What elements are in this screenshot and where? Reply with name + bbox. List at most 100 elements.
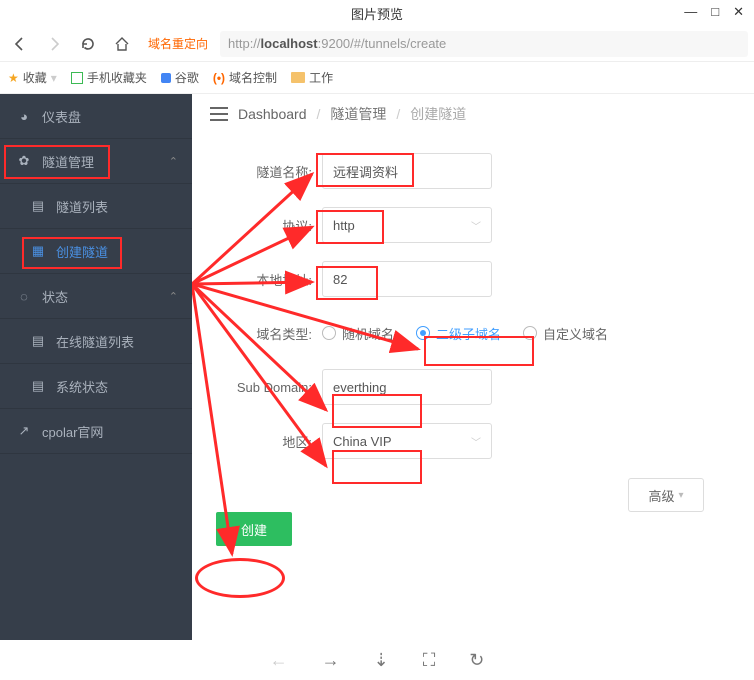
button-label: 创建 — [241, 520, 267, 539]
bookmark-google[interactable]: 谷歌 — [161, 69, 199, 86]
region-select[interactable]: China VIP ﹀ — [322, 423, 492, 459]
select-value: http — [333, 218, 355, 233]
breadcrumb-root[interactable]: Dashboard — [238, 106, 307, 122]
url-path: :9200/#/tunnels/create — [318, 36, 447, 51]
home-icon[interactable] — [108, 30, 136, 58]
sidebar-item-tunnel-mgmt[interactable]: ✿ 隧道管理 ⌃ — [0, 139, 192, 184]
local-addr-label: 本地地址: — [202, 270, 322, 289]
folder-icon — [291, 72, 305, 83]
sidebar-item-status[interactable]: ◌ 状态 ⌃ — [0, 274, 192, 319]
sidebar-item-label: 状态 — [42, 287, 68, 306]
minimize-icon[interactable]: — — [684, 4, 697, 20]
sidebar-item-label: 系统状态 — [56, 377, 108, 396]
sidebar-item-sys-status[interactable]: ▤ 系统状态 — [0, 364, 192, 409]
radio-custom-domain[interactable]: 自定义域名 — [523, 324, 608, 343]
bookmark-mobile[interactable]: 手机收藏夹 — [71, 69, 147, 86]
breadcrumb-sep: / — [317, 106, 321, 122]
sidebar-item-label: 创建隧道 — [56, 242, 108, 261]
sidebar-item-label: 隧道列表 — [56, 197, 108, 216]
radio-sub-domain[interactable]: 二级子域名 — [416, 324, 501, 343]
maximize-icon[interactable]: □ — [711, 4, 719, 20]
main-content: Dashboard / 隧道管理 / 创建隧道 隧道名称: 远程调资料 协议: … — [192, 94, 754, 640]
list-icon: ▤ — [30, 378, 46, 394]
annotation-ellipse — [195, 558, 285, 598]
bookmark-label: 域名控制 — [229, 69, 277, 86]
bookmark-fav[interactable]: ★收藏▾ — [8, 69, 57, 86]
breadcrumb-mid[interactable]: 隧道管理 — [330, 104, 386, 124]
sidebar: ◕ 仪表盘 ✿ 隧道管理 ⌃ ▤ 隧道列表 ▦ 创建隧道 ◌ 状态 ⌃ ▤ 在线隧道列表 ▤ 系统… — [0, 94, 192, 640]
advanced-button[interactable]: 高级 ▾ — [628, 478, 704, 512]
back-icon[interactable] — [6, 30, 34, 58]
url-field[interactable]: http://localhost:9200/#/tunnels/create — [220, 31, 748, 57]
chevron-down-icon: ⌃ — [169, 290, 178, 303]
status-icon: ◌ — [16, 289, 32, 304]
download-icon[interactable]: ⇣ — [374, 650, 389, 671]
sidebar-item-cpolar[interactable]: ↗ cpolar官网 — [0, 409, 192, 454]
sidebar-item-tunnel-list[interactable]: ▤ 隧道列表 — [0, 184, 192, 229]
radio-dot-icon — [523, 326, 537, 340]
sidebar-item-label: 在线隧道列表 — [56, 332, 134, 351]
gauge-icon: ◕ — [16, 109, 32, 124]
window-title: 图片预览 — [351, 4, 403, 23]
google-icon — [161, 73, 171, 83]
list-icon: ▤ — [30, 333, 46, 349]
star-icon: ★ — [8, 71, 19, 85]
bookmark-label: 收藏 — [23, 69, 47, 86]
tunnel-name-input[interactable]: 远程调资料 — [322, 153, 492, 189]
sidebar-item-label: 仪表盘 — [42, 107, 81, 126]
rotate-icon[interactable]: ↻ — [469, 650, 484, 671]
reload-icon[interactable] — [74, 30, 102, 58]
domain-type-label: 域名类型: — [202, 324, 322, 343]
radio-random-domain[interactable]: 随机域名 — [322, 324, 394, 343]
domain-icon: (•) — [213, 71, 225, 85]
bookmark-work[interactable]: 工作 — [291, 69, 333, 86]
external-link-icon: ↗ — [16, 423, 32, 439]
bookmark-label: 工作 — [309, 69, 333, 86]
tunnel-name-label: 隧道名称: — [202, 162, 322, 181]
input-value: 远程调资料 — [333, 162, 398, 181]
subdomain-label: Sub Domain: — [202, 380, 322, 395]
bookmark-label: 谷歌 — [175, 69, 199, 86]
sidebar-item-create-tunnel[interactable]: ▦ 创建隧道 — [0, 229, 192, 274]
chevron-down-icon: ⌃ — [169, 155, 178, 168]
radio-dot-icon — [416, 326, 430, 340]
prev-image-icon[interactable]: ← — [270, 650, 288, 671]
next-image-icon[interactable]: → — [322, 650, 340, 671]
create-button[interactable]: 创建 — [216, 512, 292, 546]
sidebar-item-label: 隧道管理 — [42, 152, 94, 171]
local-addr-input[interactable]: 82 — [322, 261, 492, 297]
region-label: 地区: — [202, 432, 322, 451]
input-value: everthing — [333, 380, 386, 395]
url-host: localhost — [261, 36, 318, 51]
button-label: 高级 — [648, 486, 674, 505]
bookmark-domain[interactable]: (•) 域名控制 — [213, 69, 277, 86]
subdomain-input[interactable]: everthing — [322, 369, 492, 405]
fullscreen-icon[interactable]: ⛶ — [423, 650, 436, 671]
select-value: China VIP — [333, 434, 392, 449]
sidebar-item-dashboard[interactable]: ◕ 仪表盘 — [0, 94, 192, 139]
menu-toggle-icon[interactable] — [210, 107, 228, 121]
gear-icon: ✿ — [16, 153, 32, 169]
chevron-down-icon: ▾ — [678, 490, 683, 501]
breadcrumb-sep: / — [396, 106, 400, 122]
forward-icon — [40, 30, 68, 58]
url-protocol: http:// — [228, 36, 261, 51]
mobile-fav-icon — [71, 72, 83, 84]
list-icon: ▤ — [30, 198, 46, 214]
sidebar-item-online-list[interactable]: ▤ 在线隧道列表 — [0, 319, 192, 364]
radio-label: 二级子域名 — [436, 324, 501, 343]
preview-toolbar: ← → ⇣ ⛶ ↻ — [0, 640, 754, 680]
input-value: 82 — [333, 272, 347, 287]
redirect-badge: 域名重定向 — [148, 35, 208, 52]
radio-dot-icon — [322, 326, 336, 340]
protocol-label: 协议: — [202, 216, 322, 235]
radio-label: 自定义域名 — [543, 324, 608, 343]
chevron-down-icon: ﹀ — [471, 434, 481, 449]
sidebar-item-label: cpolar官网 — [42, 422, 103, 441]
breadcrumb-current: 创建隧道 — [410, 104, 466, 124]
protocol-select[interactable]: http﹀ — [322, 207, 492, 243]
grid-icon: ▦ — [30, 243, 46, 259]
close-icon[interactable]: ✕ — [733, 4, 744, 20]
radio-label: 随机域名 — [342, 324, 394, 343]
bookmark-label: 手机收藏夹 — [87, 69, 147, 86]
